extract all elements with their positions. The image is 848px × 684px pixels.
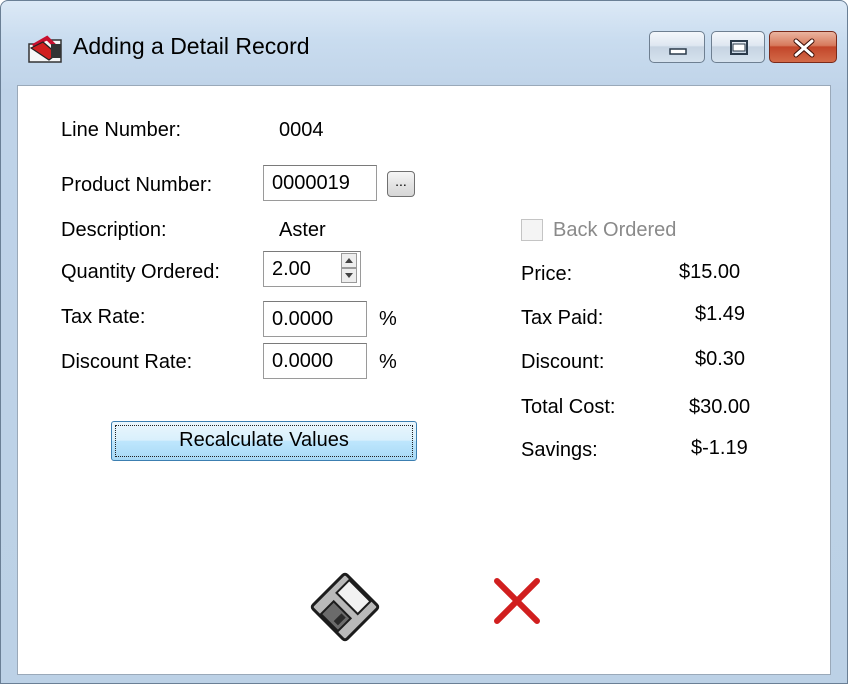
discount-rate-unit: %: [379, 351, 397, 373]
close-icon: [793, 38, 815, 58]
quantity-spin-icon[interactable]: [341, 253, 357, 283]
maximize-icon: [730, 40, 748, 55]
minimize-icon: [669, 48, 687, 55]
minimize-button[interactable]: [649, 31, 705, 63]
product-number-label: Product Number:: [61, 174, 213, 196]
recalculate-button[interactable]: Recalculate Values: [111, 421, 417, 461]
tax-rate-label: Tax Rate:: [61, 306, 146, 328]
maximize-button[interactable]: [711, 31, 765, 63]
line-number-value: 0004: [279, 119, 324, 141]
title-bar[interactable]: Adding a Detail Record: [1, 1, 847, 89]
floppy-disk-icon[interactable]: [309, 571, 381, 643]
discount-value: $0.30: [695, 348, 746, 370]
window-title: Adding a Detail Record: [73, 33, 310, 59]
close-button[interactable]: [769, 31, 837, 63]
tax-rate-unit: %: [379, 308, 397, 330]
total-cost-value: $30.00: [689, 396, 751, 418]
price-value: $15.00: [679, 261, 741, 283]
line-number-label: Line Number:: [61, 119, 182, 141]
tax-paid-label: Tax Paid:: [521, 307, 604, 329]
savings-value: $-1.19: [691, 437, 748, 459]
dialog-window: Adding a Detail Record Line Number: 0004…: [0, 0, 848, 684]
total-cost-label: Total Cost:: [521, 396, 616, 418]
discount-rate-label: Discount Rate:: [61, 351, 193, 373]
tax-rate-input[interactable]: 0.0000: [263, 301, 367, 337]
description-label: Description:: [61, 219, 167, 241]
browse-product-button[interactable]: ...: [387, 171, 415, 197]
description-value: Aster: [279, 219, 326, 241]
app-folder-icon: [28, 35, 62, 63]
back-ordered-label: Back Ordered: [553, 219, 677, 241]
tax-paid-value: $1.49: [695, 303, 746, 325]
red-x-icon[interactable]: [487, 571, 547, 631]
discount-rate-input[interactable]: 0.0000: [263, 343, 367, 379]
back-ordered-checkbox[interactable]: [521, 219, 543, 241]
savings-label: Savings:: [521, 439, 598, 461]
product-number-input[interactable]: 0000019: [263, 165, 377, 201]
discount-label: Discount:: [521, 351, 605, 373]
price-label: Price:: [521, 263, 573, 285]
quantity-label: Quantity Ordered:: [61, 261, 220, 283]
